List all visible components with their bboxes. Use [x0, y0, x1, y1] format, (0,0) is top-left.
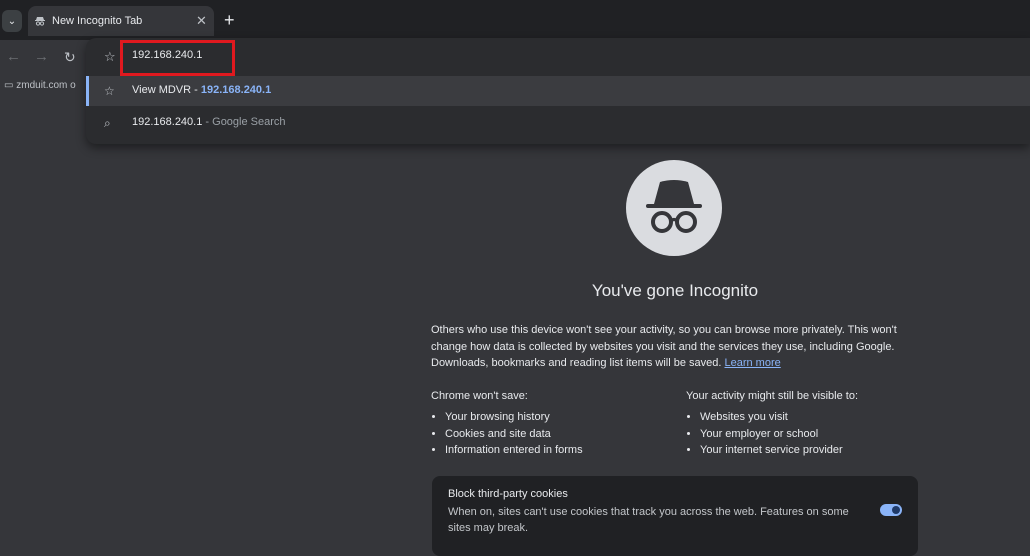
omnibox-dropdown: ☆ 192.168.240.1 ☆ View MDVR - 192.168.24… [86, 38, 1030, 144]
close-icon[interactable]: ✕ [196, 13, 207, 29]
suggestion-google-search[interactable]: ⌕ 192.168.240.1 - Google Search [86, 108, 1030, 138]
bookmark-item[interactable]: ▭ zmduit.com o [4, 80, 76, 91]
chevron-down-icon: ⌄ [7, 15, 17, 27]
reload-button[interactable]: ↻ [64, 49, 76, 65]
suggestion-query: 192.168.240.1 [132, 116, 203, 128]
address-input[interactable]: 192.168.240.1 [132, 49, 202, 61]
tab-title: New Incognito Tab [52, 15, 143, 27]
tab-new-incognito[interactable]: New Incognito Tab ✕ [28, 6, 214, 36]
intro-text: Others who use this device won't see you… [431, 324, 897, 369]
incognito-intro: Others who use this device won't see you… [431, 322, 919, 372]
suggestion-label: View MDVR - [132, 84, 201, 96]
address-bar[interactable]: ☆ 192.168.240.1 [86, 38, 1030, 74]
toggle-knob [892, 506, 900, 514]
list-item: Your browsing history [445, 409, 671, 426]
incognito-logo [626, 160, 722, 256]
page-title: You've gone Incognito [591, 281, 759, 300]
forward-button[interactable]: → [34, 49, 49, 65]
tab-strip: ⌄ New Incognito Tab ✕ + [0, 0, 1030, 40]
wont-save-heading: Chrome won't save: [431, 390, 528, 402]
incognito-icon [35, 17, 45, 26]
visible-to-heading: Your activity might still be visible to: [686, 390, 858, 402]
list-item: Websites you visit [700, 409, 926, 426]
suggestion-suffix: - Google Search [202, 116, 286, 128]
list-item: Cookies and site data [445, 426, 671, 443]
back-button[interactable]: ← [6, 49, 21, 65]
third-party-cookies-card: Block third-party cookies When on, sites… [432, 476, 918, 556]
list-item: Your internet service provider [700, 442, 926, 459]
cookies-title: Block third-party cookies [448, 488, 568, 500]
new-tab-button[interactable]: + [224, 10, 235, 30]
incognito-icon [646, 180, 702, 233]
list-item: Information entered in forms [445, 442, 671, 459]
suggestion-view-mdvr[interactable]: ☆ View MDVR - 192.168.240.1 [86, 76, 1030, 106]
cookies-description: When on, sites can't use cookies that tr… [448, 506, 849, 534]
learn-more-link[interactable]: Learn more [724, 357, 780, 369]
list-item: Your employer or school [700, 426, 926, 443]
star-icon[interactable]: ☆ [104, 49, 116, 65]
visible-to-list: Your activity might still be visible to:… [686, 390, 926, 459]
tab-search-button[interactable]: ⌄ [2, 10, 22, 32]
wont-save-list: Chrome won't save: Your browsing history… [431, 390, 671, 459]
suggestion-url: 192.168.240.1 [200, 84, 272, 96]
folder-icon: ▭ [4, 80, 14, 91]
block-cookies-toggle[interactable] [880, 504, 902, 516]
bookmark-label: zmduit.com o [16, 80, 76, 91]
star-icon: ☆ [104, 84, 115, 98]
search-icon: ⌕ [104, 116, 111, 130]
selection-indicator [86, 76, 89, 106]
